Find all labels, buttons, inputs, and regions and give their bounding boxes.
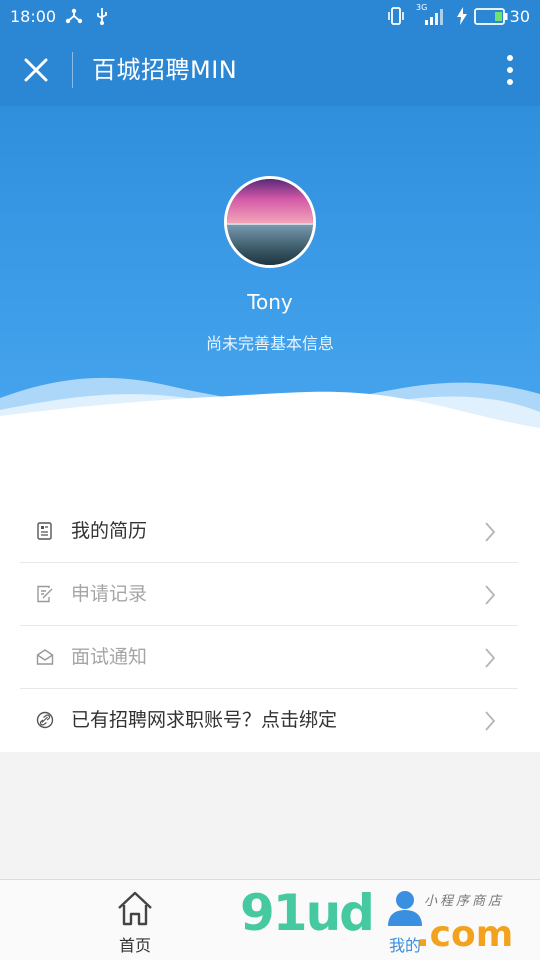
home-icon (118, 891, 152, 926)
close-icon[interactable] (20, 54, 52, 86)
tab-label: 首页 (118, 936, 151, 955)
username: Tony (247, 290, 293, 314)
chevron-right-icon (485, 648, 496, 668)
vibrate-icon (388, 7, 404, 25)
title-bar: 百城招聘MIN (0, 34, 540, 106)
menu-item-applications[interactable]: 申请记录 (20, 563, 518, 626)
tab-home[interactable]: 首页 (0, 880, 270, 960)
charging-icon (457, 7, 467, 25)
avatar[interactable] (224, 176, 316, 268)
menu-item-label: 面试通知 (71, 646, 148, 668)
page-title: 百城招聘MIN (92, 56, 238, 84)
chevron-right-icon (485, 711, 496, 731)
battery-icon (474, 8, 508, 25)
signal-icon (425, 9, 443, 25)
menu-item-label: 已有招聘网求职账号？点击绑定 (71, 709, 338, 731)
status-time: 18:00 (10, 7, 57, 26)
menu-item-interview-notice[interactable]: 面试通知 (20, 626, 518, 689)
bottom-tab-bar: 首页 我的 (0, 879, 540, 960)
profile-status: 尚未完善基本信息 (205, 334, 334, 353)
mail-icon (36, 649, 54, 665)
wave-decoration (0, 377, 540, 446)
menu-item-label: 我的简历 (71, 520, 148, 542)
title-divider (72, 52, 73, 88)
share-icon (65, 8, 83, 24)
status-bar: 18:00 3G 30 (0, 0, 540, 34)
profile-header: Tony 尚未完善基本信息 (0, 106, 540, 446)
menu-list: 我的简历 申请记录 面试通知 已有招聘网求职账号？点击绑定 (20, 500, 518, 752)
usb-icon (97, 8, 107, 25)
chevron-right-icon (485, 522, 496, 542)
more-vertical-icon[interactable] (504, 52, 516, 88)
user-icon (388, 891, 422, 926)
resume-icon (37, 522, 52, 540)
edit-record-icon (37, 585, 53, 603)
menu-item-bind-account[interactable]: 已有招聘网求职账号？点击绑定 (20, 689, 518, 752)
tab-mine[interactable]: 我的 (270, 880, 540, 960)
tab-label: 我的 (388, 936, 421, 955)
link-icon (36, 711, 54, 729)
chevron-right-icon (485, 585, 496, 605)
battery-percent: 30 (509, 7, 530, 26)
menu-item-resume[interactable]: 我的简历 (20, 500, 518, 563)
menu-panel: 我的简历 申请记录 面试通知 已有招聘网求职账号？点击绑定 (0, 446, 540, 752)
menu-item-label: 申请记录 (71, 583, 148, 605)
